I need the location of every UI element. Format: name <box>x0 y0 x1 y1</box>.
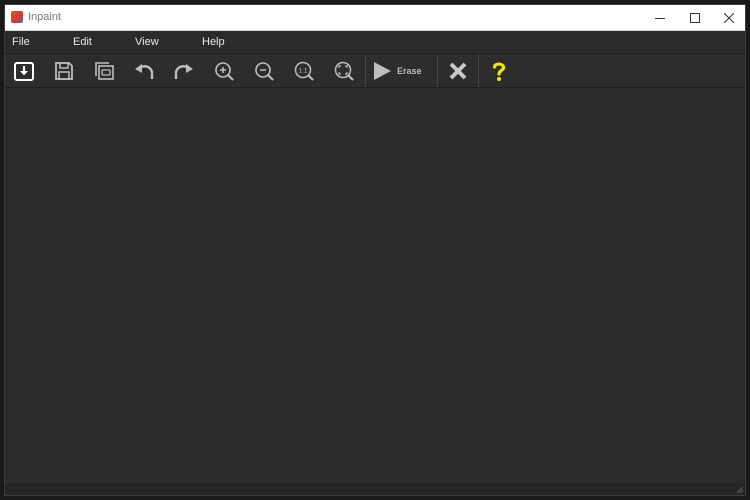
menu-bar: File Edit View Help <box>5 31 745 54</box>
actual-size-label: 1:1 <box>298 68 307 75</box>
zoom-in-icon <box>215 62 234 81</box>
close-window-button[interactable] <box>711 5 745 30</box>
cancel-button[interactable] <box>444 57 472 85</box>
toolbar-separator <box>437 54 438 87</box>
redo-icon <box>174 64 193 79</box>
menu-view[interactable]: View <box>135 36 159 48</box>
app-window: Inpaint File Edit View Help 1:1 Erase <box>4 4 746 496</box>
status-bar <box>5 484 745 495</box>
title-bar: Inpaint <box>5 5 745 31</box>
window-title: Inpaint <box>28 11 62 23</box>
maximize-button[interactable] <box>677 5 713 30</box>
close-icon <box>724 12 734 23</box>
help-question-icon <box>492 62 506 81</box>
toolbar-separator <box>365 54 366 87</box>
minimize-button[interactable] <box>642 5 678 30</box>
zoom-in-button[interactable] <box>210 57 238 85</box>
save-icon <box>55 62 73 80</box>
maximize-icon <box>690 12 700 23</box>
zoom-out-button[interactable] <box>250 57 278 85</box>
minimize-icon <box>655 17 665 19</box>
erase-button[interactable]: Erase <box>371 57 431 85</box>
toolbar-separator <box>478 54 479 87</box>
open-button[interactable] <box>10 57 38 85</box>
toolbar: 1:1 Erase <box>5 54 745 88</box>
actual-size-icon: 1:1 <box>294 61 314 81</box>
zoom-out-icon <box>255 62 274 81</box>
fit-to-window-icon <box>334 61 354 81</box>
erase-label: Erase <box>397 66 422 76</box>
resize-grip-icon[interactable] <box>736 486 744 494</box>
undo-icon <box>135 64 154 79</box>
save-copy-button[interactable] <box>90 57 118 85</box>
image-canvas[interactable] <box>5 88 745 486</box>
menu-edit[interactable]: Edit <box>73 36 92 48</box>
help-button[interactable] <box>485 57 513 85</box>
save-copy-icon <box>95 62 114 80</box>
save-button[interactable] <box>50 57 78 85</box>
menu-help[interactable]: Help <box>202 36 225 48</box>
play-icon <box>374 62 391 80</box>
close-x-icon <box>449 62 467 80</box>
fit-to-window-button[interactable] <box>330 57 358 85</box>
menu-file[interactable]: File <box>12 36 30 48</box>
undo-button[interactable] <box>130 57 158 85</box>
open-icon <box>14 62 34 81</box>
redo-button[interactable] <box>170 57 198 85</box>
app-logo-icon <box>11 11 23 23</box>
actual-size-button[interactable]: 1:1 <box>290 57 318 85</box>
